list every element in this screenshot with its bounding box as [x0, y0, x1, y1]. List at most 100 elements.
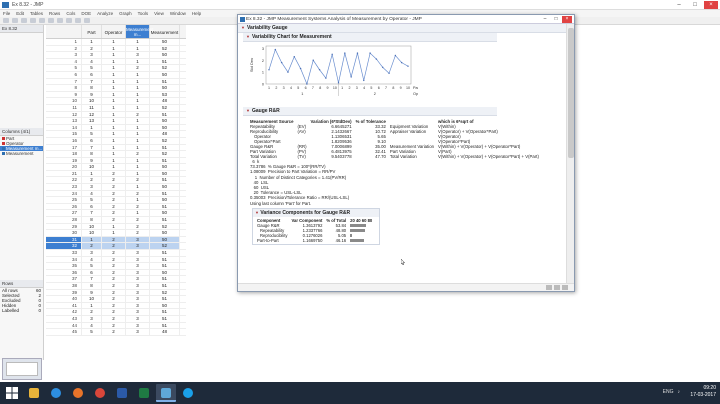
table-row[interactable]: 23 3 2 1 50 — [46, 184, 186, 191]
table-cell[interactable]: 2 — [102, 190, 126, 197]
table-cell[interactable]: 1 — [82, 302, 102, 309]
table-cell[interactable]: 2 — [126, 177, 150, 184]
table-cell[interactable]: 2 — [102, 256, 126, 263]
row-number[interactable]: 12 — [46, 111, 82, 118]
table-cell[interactable]: 11 — [82, 104, 102, 111]
table-cell[interactable]: 1 — [102, 144, 126, 151]
row-number[interactable]: 2 — [46, 45, 82, 52]
table-row[interactable]: 28 8 2 2 51 — [46, 217, 186, 224]
menu-item-doe[interactable]: DOE — [81, 10, 91, 17]
table-row[interactable]: 18 8 1 2 52 — [46, 151, 186, 158]
table-row[interactable]: 40 10 2 3 51 — [46, 296, 186, 303]
table-cell[interactable]: 5 — [82, 329, 102, 335]
table-cell[interactable]: 1 — [102, 39, 126, 45]
table-cell[interactable]: 1 — [102, 78, 126, 85]
new-icon[interactable] — [3, 18, 9, 23]
table-icon[interactable] — [66, 18, 72, 23]
table-row[interactable]: 43 3 2 3 51 — [46, 315, 186, 323]
row-number[interactable]: 13 — [46, 118, 82, 124]
table-cell[interactable]: 52 — [150, 104, 180, 111]
row-number[interactable]: 44 — [46, 322, 82, 329]
table-row[interactable]: 27 7 2 1 50 — [46, 210, 186, 218]
menu-item-tools[interactable]: Tools — [138, 10, 149, 17]
table-cell[interactable]: 10 — [82, 230, 102, 236]
table-cell[interactable]: 2 — [102, 269, 126, 276]
row-number[interactable]: 31 — [46, 236, 82, 243]
row-number[interactable]: 1 — [46, 39, 82, 45]
table-row[interactable]: 16 6 1 1 52 — [46, 137, 186, 145]
table-cell[interactable]: 2 — [102, 236, 126, 243]
table-cell[interactable]: 50 — [150, 197, 180, 203]
clock[interactable]: 09:20 17-03-2017 — [690, 385, 716, 399]
row-number[interactable]: 27 — [46, 210, 82, 217]
row-number[interactable]: 10 — [46, 98, 82, 104]
row-number[interactable]: 6 — [46, 71, 82, 78]
table-cell[interactable]: 53 — [150, 91, 180, 98]
table-cell[interactable]: 2 — [102, 210, 126, 217]
paste-icon[interactable] — [57, 18, 63, 23]
table-cell[interactable]: 2 — [82, 243, 102, 249]
print-icon[interactable] — [30, 18, 36, 23]
menu-item-file[interactable]: File — [3, 10, 10, 17]
table-cell[interactable]: 51 — [150, 203, 180, 210]
menu-item-view[interactable]: View — [154, 10, 164, 17]
outline-variability-gauge[interactable]: ▼ Variability Gauge — [238, 24, 567, 33]
table-row[interactable]: 13 13 1 1 50 — [46, 118, 186, 125]
table-cell[interactable]: 1 — [126, 98, 150, 104]
table-cell[interactable]: 3 — [126, 302, 150, 309]
row-number[interactable]: 26 — [46, 203, 82, 210]
table-cell[interactable]: 1 — [102, 137, 126, 144]
table-cell[interactable]: 2 — [126, 190, 150, 197]
table-cell[interactable]: 50 — [150, 164, 180, 170]
table-cell[interactable]: 51 — [150, 58, 180, 65]
table-cell[interactable]: 51 — [150, 263, 180, 269]
table-cell[interactable]: 48 — [150, 131, 180, 137]
table-row[interactable]: 22 2 2 2 51 — [46, 177, 186, 185]
table-cell[interactable]: 3 — [82, 52, 102, 58]
table-row[interactable]: 24 4 2 2 51 — [46, 190, 186, 198]
table-row[interactable]: 29 10 1 2 52 — [46, 223, 186, 231]
table-cell[interactable]: 9 — [82, 289, 102, 296]
table-cell[interactable]: 51 — [150, 256, 180, 263]
copy-icon[interactable] — [48, 18, 54, 23]
table-cell[interactable]: 2 — [126, 223, 150, 230]
table-cell[interactable]: 51 — [150, 190, 180, 197]
table-row[interactable]: 5 5 1 2 52 — [46, 65, 186, 72]
table-cell[interactable]: 1 — [126, 131, 150, 137]
column-header[interactable]: Measurement m... — [126, 25, 154, 38]
menu-icon[interactable] — [562, 285, 568, 290]
table-cell[interactable]: 51 — [150, 282, 180, 289]
table-row[interactable]: 37 7 2 3 51 — [46, 276, 186, 283]
table-cell[interactable]: 3 — [126, 289, 150, 296]
table-cell[interactable]: 1 — [102, 111, 126, 118]
table-cell[interactable]: 3 — [82, 250, 102, 256]
minimize-icon[interactable]: – — [672, 1, 686, 9]
table-cell[interactable]: 2 — [126, 65, 150, 71]
menu-item-window[interactable]: Window — [170, 10, 186, 17]
table-cell[interactable]: 50 — [150, 71, 180, 78]
row-number[interactable]: 42 — [46, 309, 82, 315]
column-header[interactable] — [46, 25, 82, 38]
menu-item-analyze[interactable]: Analyze — [97, 10, 113, 17]
table-cell[interactable]: 7 — [82, 78, 102, 85]
maximize-icon[interactable]: □ — [688, 1, 702, 9]
menu-item-graph[interactable]: Graph — [119, 10, 132, 17]
table-row[interactable]: 15 5 1 1 48 — [46, 131, 186, 138]
row-number[interactable]: 24 — [46, 190, 82, 197]
table-cell[interactable]: 1 — [126, 170, 150, 177]
table-cell[interactable]: 2 — [126, 230, 150, 236]
row-number[interactable]: 37 — [46, 276, 82, 282]
table-cell[interactable]: 1 — [126, 45, 150, 52]
chrome-icon[interactable] — [90, 384, 110, 402]
table-cell[interactable]: 51 — [150, 309, 180, 315]
table-row[interactable]: 31 1 2 3 50 — [46, 236, 186, 244]
table-cell[interactable]: 3 — [82, 184, 102, 190]
table-cell[interactable]: 50 — [150, 124, 180, 131]
row-number[interactable]: 20 — [46, 164, 82, 170]
table-row[interactable]: 19 9 1 1 51 — [46, 157, 186, 165]
table-cell[interactable]: 51 — [150, 111, 180, 118]
table-cell[interactable]: 2 — [126, 151, 150, 157]
row-number[interactable]: 41 — [46, 302, 82, 309]
table-cell[interactable]: 3 — [126, 296, 150, 302]
table-row[interactable]: 35 5 2 3 51 — [46, 263, 186, 270]
